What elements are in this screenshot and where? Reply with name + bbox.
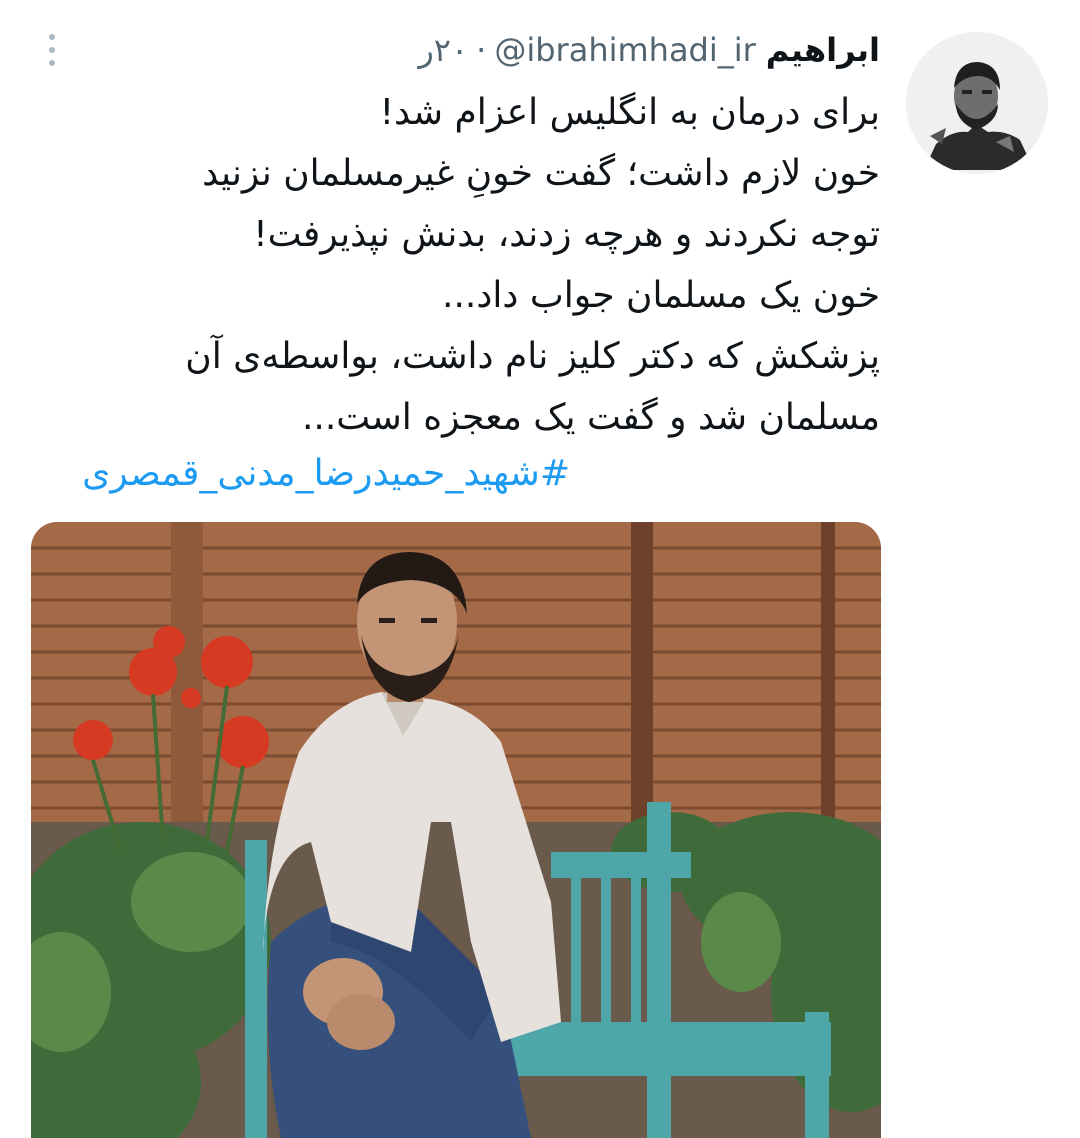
tweet-text-line: توجه نکردند و هرچه زدند، بدنش نپذیرفت! bbox=[253, 214, 880, 255]
more-options-button[interactable] bbox=[40, 30, 64, 70]
tweet-text-line: پزشکش که دکتر کلیز نام داشت، بواسطه‌ی آن bbox=[185, 336, 880, 377]
tweet-photo[interactable] bbox=[31, 522, 881, 1138]
tweet-text-line: خون یک مسلمان جواب داد... bbox=[442, 275, 880, 316]
author-display-name[interactable]: ابراهیم bbox=[766, 31, 880, 69]
tweet: ابراهیم @ibrahimhadi_ir · ۲۰ر برای درمان… bbox=[0, 0, 1080, 1138]
more-vertical-icon bbox=[49, 34, 55, 40]
hashtag-link[interactable]: #شهید_حمیدرضا_مدنی_قمصری bbox=[82, 446, 570, 502]
tweet-text-line: برای درمان به انگلیس اعزام شد! bbox=[379, 92, 880, 133]
tweet-text-line: خون لازم داشت؛ گفت خونِ غیرمسلمان نزنید bbox=[202, 153, 880, 194]
tweet-timestamp[interactable]: ۲۰ر bbox=[418, 31, 468, 69]
avatar[interactable] bbox=[906, 32, 1048, 174]
header-separator: · bbox=[476, 31, 487, 69]
tweet-header: ابراهیم @ibrahimhadi_ir · ۲۰ر bbox=[418, 30, 880, 70]
author-handle[interactable]: @ibrahimhadi_ir bbox=[494, 31, 755, 69]
tweet-text: برای درمان به انگلیس اعزام شد! خون لازم … bbox=[90, 82, 880, 448]
tweet-text-line: مسلمان شد و گفت یک معجزه است... bbox=[301, 397, 880, 438]
avatar-image bbox=[906, 32, 1048, 174]
photo-image bbox=[31, 522, 881, 1138]
